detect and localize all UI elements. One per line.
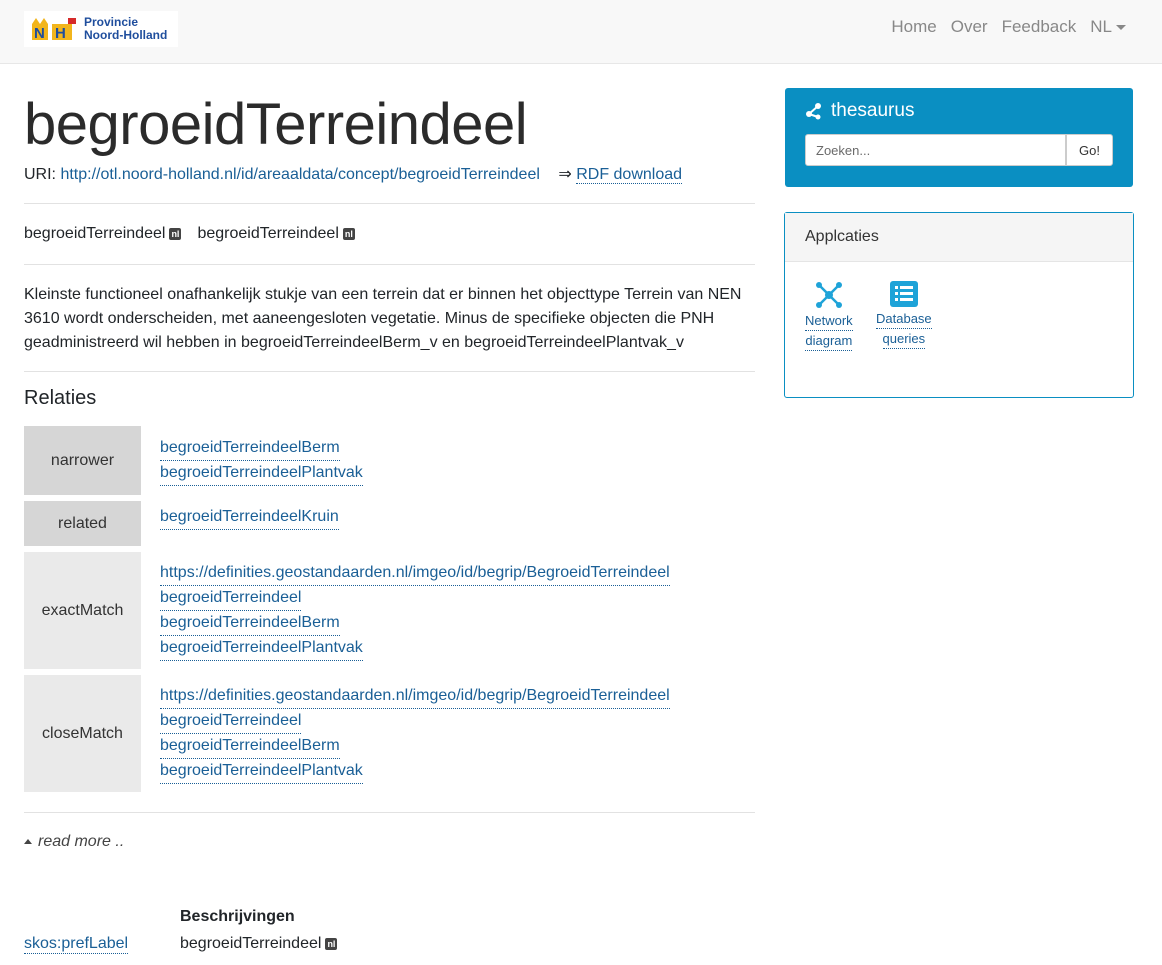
read-more-label: read more .. [38,833,125,850]
triangle-up-icon [24,839,32,845]
preflabel-value: begroeidTerreindeel nl [180,935,338,953]
uri-link[interactable]: http://otl.noord-holland.nl/id/areaaldat… [60,166,539,183]
table-row: exactMatch https://definities.geostandaa… [24,552,670,669]
uri-label: URI: [24,166,56,183]
definition: Kleinste functioneel onafhankelijk stukj… [24,286,742,351]
list-icon [876,281,932,307]
network-label-1: Network [805,311,853,331]
relation-link[interactable]: begroeidTerreindeelPlantvak [160,759,363,784]
nav-links: Home Over Feedback NL [877,17,1126,37]
relation-values: begroeidTerreindeelBerm begroeidTerreind… [144,426,670,495]
thesaurus-title: thesaurus [805,100,914,122]
database-queries-app[interactable]: Database queries [876,281,932,349]
nav-over[interactable]: Over [951,17,988,37]
relation-link[interactable]: begroeidTerreindeelPlantvak [160,461,363,486]
search-input[interactable] [805,134,1066,166]
label-item: begroeidTerreindeel nl [197,225,355,243]
relation-link[interactable]: begroeidTerreindeelBerm [160,734,340,759]
relation-key: closeMatch [24,675,141,792]
table-row: related begroeidTerreindeelKruin [24,501,670,546]
database-label-2: queries [882,329,926,349]
province-logo-icon: N H [28,14,80,44]
preflabel-text: begroeidTerreindeel [180,935,322,952]
table-row: narrower begroeidTerreindeelBerm begroei… [24,426,670,495]
logo-text: Provincie Noord-Holland [84,16,167,42]
read-more-toggle[interactable]: read more .. [24,833,755,851]
logo-line2: Noord-Holland [84,28,168,42]
thesaurus-panel: thesaurus Go! [785,88,1133,187]
relaties-heading: Relaties [24,387,97,409]
logo[interactable]: N H Provincie Noord-Holland [24,11,178,47]
label-text: begroeidTerreindeel [197,225,339,242]
caret-down-icon [1116,25,1126,31]
rdf-download-link[interactable]: RDF download [576,166,683,184]
lang-badge: nl [325,937,338,950]
relation-values: https://definities.geostandaarden.nl/img… [144,552,670,669]
descriptions-header: Beschrijvingen [180,908,295,925]
network-label-2: diagram [805,331,853,351]
applications-title: Applcaties [785,213,1133,262]
relations-table: narrower begroeidTerreindeelBerm begroei… [21,420,673,798]
relation-key: exactMatch [24,552,141,669]
thesaurus-title-text: thesaurus [831,100,915,121]
relation-link[interactable]: begroeidTerreindeelPlantvak [160,636,363,661]
divider [24,812,755,813]
main-content: begroeidTerreindeel URI: http://otl.noor… [24,64,755,851]
divider [24,371,755,372]
page-title: begroeidTerreindeel [24,92,528,157]
relation-values: begroeidTerreindeelKruin [144,501,670,546]
label-item: begroeidTerreindeel nl [24,225,182,243]
applications-panel: Applcaties Network diagram Database quer… [784,212,1134,398]
relation-link[interactable]: https://definities.geostandaarden.nl/img… [160,684,670,709]
network-diagram-app[interactable]: Network diagram [805,281,853,351]
relation-key: narrower [24,426,141,495]
relation-link[interactable]: begroeidTerreindeel [160,709,302,734]
uri-line: URI: http://otl.noord-holland.nl/id/area… [24,164,755,188]
relation-link[interactable]: begroeidTerreindeel [160,586,302,611]
nav-home[interactable]: Home [891,17,936,37]
network-icon [805,281,853,309]
lang-badge: nl [169,227,182,240]
navbar: N H Provincie Noord-Holland Home Over Fe… [0,0,1162,64]
nav-feedback[interactable]: Feedback [1002,17,1077,37]
lang-badge: nl [342,227,355,240]
svg-text:N: N [34,25,45,42]
relation-link[interactable]: begroeidTerreindeelBerm [160,436,340,461]
relation-values: https://definities.geostandaarden.nl/img… [144,675,670,792]
rdf-arrow: ⇒ [558,166,572,183]
language-label: NL [1090,17,1112,36]
go-button[interactable]: Go! [1066,134,1113,166]
language-dropdown[interactable]: NL [1090,17,1126,37]
svg-text:H: H [55,25,66,42]
table-row: closeMatch https://definities.geostandaa… [24,675,670,792]
database-label-1: Database [876,309,932,329]
relation-key: related [24,501,141,546]
share-icon [806,103,821,120]
label-text: begroeidTerreindeel [24,225,166,242]
relation-link[interactable]: begroeidTerreindeelBerm [160,611,340,636]
label-list: begroeidTerreindeel nl begroeidTerreindee… [24,204,755,264]
relation-link[interactable]: begroeidTerreindeelKruin [160,505,339,530]
relation-link[interactable]: https://definities.geostandaarden.nl/img… [160,561,670,586]
preflabel-link[interactable]: skos:prefLabel [24,935,129,954]
